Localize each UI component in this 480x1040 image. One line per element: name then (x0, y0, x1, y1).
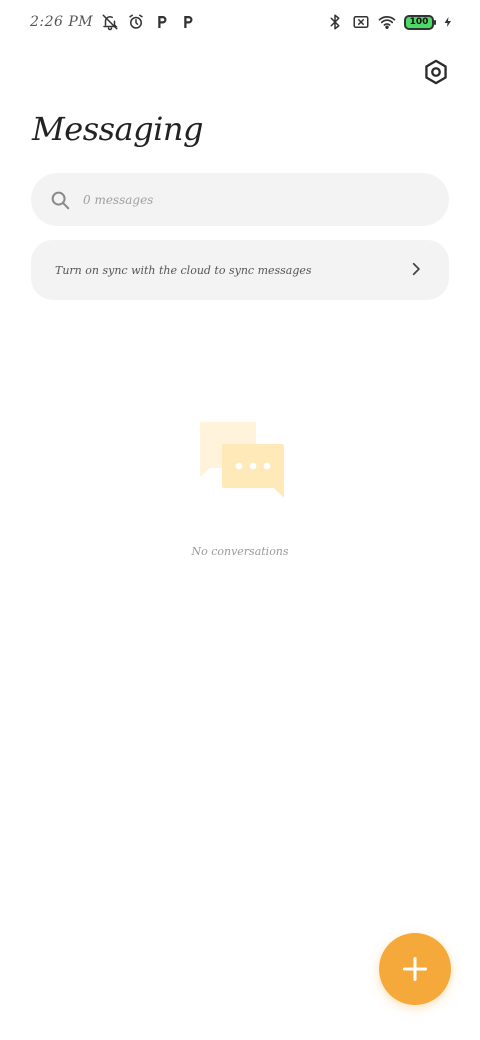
messaging-screen: 2:26 PM 100 Messaging 0 messages Turn on… (0, 0, 480, 1040)
sync-banner[interactable]: Turn on sync with the cloud to sync mess… (31, 240, 449, 300)
search-bar[interactable] (31, 173, 449, 226)
search-icon (49, 189, 83, 211)
alarm-icon (127, 13, 145, 31)
empty-state-text: No conversations (191, 545, 289, 558)
page-title: Messaging (32, 110, 203, 148)
chevron-right-icon (409, 261, 423, 280)
new-message-button[interactable] (379, 933, 451, 1005)
wifi-icon (378, 13, 396, 31)
status-left: 2:26 PM (30, 13, 197, 31)
notifications-off-icon (101, 13, 119, 31)
p-app-icon (179, 13, 197, 31)
plus-icon (402, 956, 428, 982)
bluetooth-icon (326, 13, 344, 31)
status-time: 2:26 PM (30, 14, 94, 30)
settings-hex-icon[interactable] (420, 56, 452, 88)
status-right: 100 (326, 13, 454, 31)
status-bar: 2:26 PM 100 (0, 0, 480, 44)
sync-banner-text: Turn on sync with the cloud to sync mess… (55, 263, 312, 277)
search-input[interactable] (83, 192, 403, 207)
no-sim-icon (352, 13, 370, 31)
battery-icon: 100 (404, 14, 436, 30)
p-app-icon (153, 13, 171, 31)
chat-bubbles-icon (196, 418, 286, 500)
charging-icon (442, 13, 454, 31)
